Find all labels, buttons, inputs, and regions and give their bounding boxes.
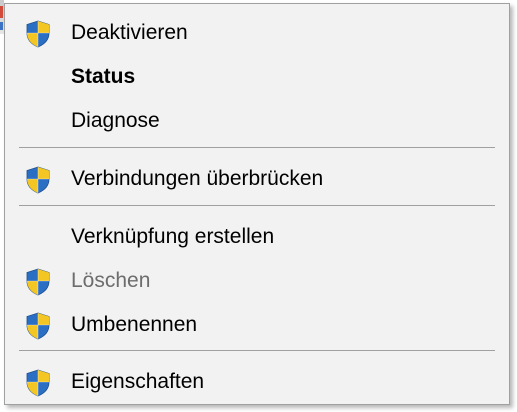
menu-item-label: Eigenschaften [71, 370, 205, 393]
menu-item-label: Status [71, 65, 136, 88]
context-menu: Deaktivieren Status Diagnose Verbindunge… [4, 3, 510, 405]
background-window-edge-red [0, 6, 3, 18]
uac-shield-icon [25, 312, 51, 340]
uac-shield-icon [25, 20, 51, 48]
menu-item-deaktivieren[interactable]: Deaktivieren [5, 11, 509, 55]
menu-item-label: Diagnose [71, 109, 160, 132]
menu-item-umbenennen[interactable]: Umbenennen [5, 303, 509, 347]
uac-shield-icon [25, 166, 51, 194]
menu-item-label: Verbindungen überbrücken [71, 167, 324, 190]
menu-item-label: Löschen [71, 269, 151, 292]
menu-separator [19, 350, 495, 351]
menu-item-eigenschaften[interactable]: Eigenschaften [5, 360, 509, 404]
menu-item-verbindungen-ueberbruecken[interactable]: Verbindungen überbrücken [5, 157, 509, 201]
background-window-edge-blue [0, 22, 3, 30]
menu-item-label: Umbenennen [71, 313, 198, 336]
menu-separator [19, 205, 495, 206]
menu-item-diagnose[interactable]: Diagnose [5, 99, 509, 143]
menu-item-loeschen[interactable]: Löschen [5, 259, 509, 303]
uac-shield-icon [25, 268, 51, 296]
menu-item-label: Deaktivieren [71, 21, 188, 44]
menu-item-status[interactable]: Status [5, 55, 509, 99]
menu-separator [19, 147, 495, 148]
menu-item-verknuepfung-erstellen[interactable]: Verknüpfung erstellen [5, 215, 509, 259]
menu-item-label: Verknüpfung erstellen [71, 225, 275, 248]
uac-shield-icon [25, 369, 51, 397]
